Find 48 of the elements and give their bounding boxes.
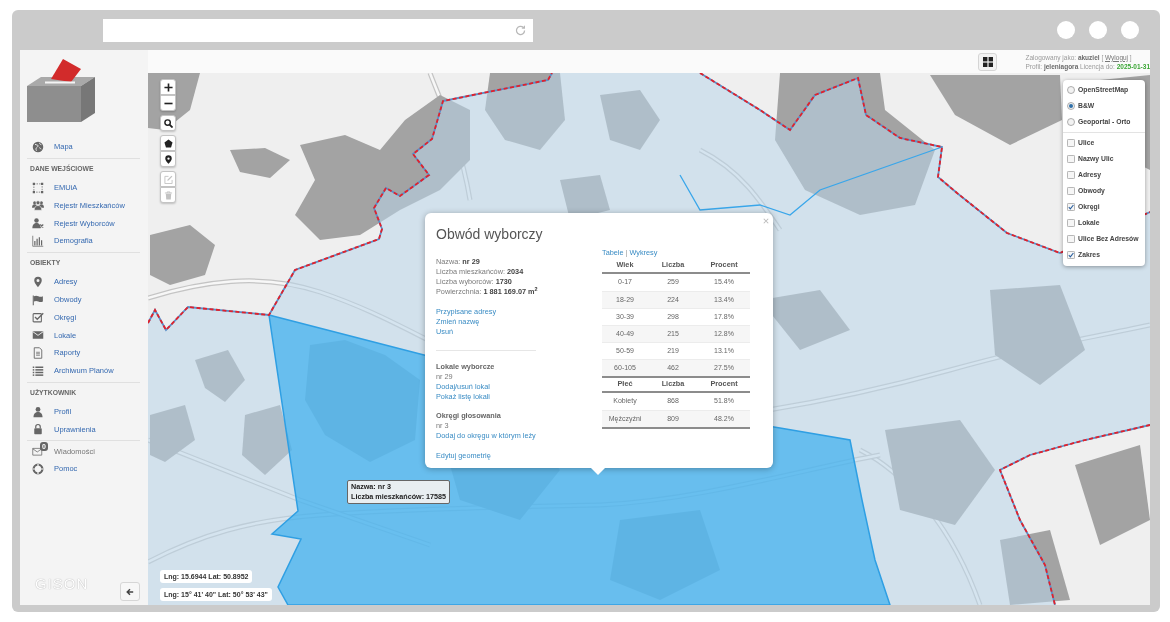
collapse-sidebar-button[interactable] (120, 582, 140, 601)
draw-polygon-button[interactable] (160, 135, 176, 151)
map-pin-icon (163, 154, 173, 164)
pencil-square-icon (163, 174, 173, 184)
globe-icon (32, 140, 44, 153)
bar-chart-icon (32, 235, 44, 248)
arrow-left-icon (126, 587, 134, 596)
grid-icon (982, 56, 993, 67)
close-icon[interactable] (763, 218, 769, 224)
envelope-icon (32, 329, 44, 342)
envelope-icon (32, 445, 44, 458)
checkbox[interactable] (1067, 251, 1075, 259)
people-icon (32, 199, 44, 212)
person-cross-icon (32, 217, 44, 230)
checkbox[interactable] (1067, 171, 1075, 179)
checkbox[interactable] (1067, 187, 1075, 195)
reload-icon[interactable] (514, 23, 527, 37)
trash-can-icon (163, 190, 173, 200)
window-control-icon (1089, 21, 1107, 39)
place-marker-button[interactable] (160, 151, 176, 167)
radio-button[interactable] (1067, 118, 1075, 126)
lock-icon (32, 423, 44, 436)
lifebuoy-icon (32, 463, 44, 476)
document-icon (32, 347, 44, 360)
checkbox[interactable] (1067, 155, 1075, 163)
pentagon-icon (163, 138, 173, 148)
checkbox[interactable] (1067, 203, 1075, 211)
window-control-icon (1121, 21, 1139, 39)
search-icon (163, 118, 173, 128)
selection-frame-icon (32, 181, 44, 194)
checkbox[interactable] (1067, 235, 1075, 243)
popup-title: Obwód wyborczy (436, 225, 543, 243)
radio-button[interactable] (1067, 86, 1075, 94)
flag-icon (32, 293, 44, 306)
checkbox-icon (32, 311, 44, 324)
window-control-icon (1057, 21, 1075, 39)
plus-icon (163, 82, 173, 92)
search-button[interactable] (160, 115, 176, 131)
checkbox[interactable] (1067, 139, 1075, 147)
zoom-out-button[interactable] (160, 95, 176, 111)
checkbox[interactable] (1067, 219, 1075, 227)
person-icon (32, 405, 44, 418)
layout-button[interactable] (978, 52, 997, 71)
map-pin-icon (32, 275, 44, 288)
list-icon (32, 364, 44, 377)
zoom-in-button[interactable] (160, 79, 176, 95)
address-bar[interactable] (103, 18, 533, 42)
radio-button[interactable] (1067, 102, 1075, 110)
